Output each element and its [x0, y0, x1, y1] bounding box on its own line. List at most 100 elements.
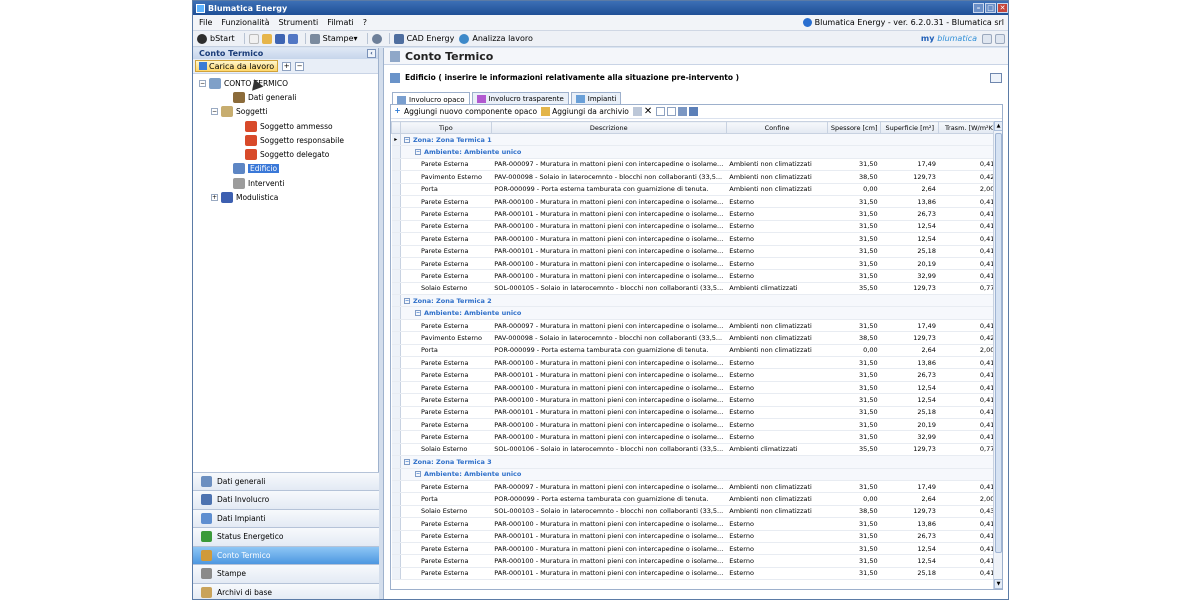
column-header-descrizione[interactable]: Descrizione — [490, 121, 727, 134]
table-row[interactable]: Porta POR-000099 - Porta esterna tamburat… — [391, 344, 1002, 358]
collapse-all-icon[interactable]: − — [295, 61, 305, 71]
row-header[interactable] — [391, 530, 401, 543]
column-header-tipo[interactable]: Tipo — [399, 121, 492, 134]
stampe-button[interactable]: Stampe ▾ — [309, 33, 358, 44]
table-row[interactable]: Parete Esterna PAR-000097 - Muratura in m… — [391, 480, 1002, 494]
tree-node[interactable]: Soggetto ammesso — [193, 119, 378, 133]
table-row[interactable]: Solaio Esterno SOL-000103 - Solaio in lat… — [391, 505, 1002, 519]
zone-group-row[interactable]: − Zona: Zona Termica 3 — [391, 455, 1002, 469]
table-row[interactable]: Solaio Esterno SOL-000106 - Solaio in lat… — [391, 443, 1002, 457]
zone-group-row[interactable]: ▸ − Zona: Zona Termica 1 — [391, 133, 1002, 147]
table-row[interactable]: Parete Esterna PAR-000101 - Muratura in m… — [391, 567, 1002, 581]
row-header[interactable] — [391, 368, 401, 382]
ambiente-group-row[interactable]: − Ambiente: Ambiente unico — [391, 306, 1002, 320]
row-header[interactable] — [391, 232, 401, 246]
cad-energy-button[interactable]: CAD Energy — [393, 33, 454, 44]
row-header[interactable] — [391, 406, 401, 420]
collapse-panel-button[interactable]: ‹ — [367, 49, 376, 58]
row-header[interactable] — [391, 381, 401, 395]
collapse-group-icon[interactable]: − — [414, 471, 421, 478]
tree-node[interactable]: Edificio — [193, 162, 378, 176]
collapse-group-icon[interactable]: − — [414, 310, 421, 317]
open-folder-icon[interactable] — [261, 33, 272, 44]
bstart-button[interactable]: bStart — [197, 33, 235, 44]
nav-button[interactable]: Dati Impianti — [193, 508, 379, 527]
expand-node-icon[interactable]: + — [211, 194, 218, 202]
menu-strumenti[interactable]: Strumenti — [278, 18, 318, 27]
collapse-group-icon[interactable]: − — [414, 149, 421, 156]
row-header[interactable]: ▸ — [391, 133, 401, 147]
fit-icon[interactable] — [678, 107, 688, 116]
table-row[interactable]: Parete Esterna PAR-000101 - Muratura in m… — [391, 406, 1002, 420]
gear-icon[interactable] — [371, 33, 382, 44]
menu-filmati[interactable]: Filmati — [327, 18, 354, 27]
scroll-thumb[interactable] — [995, 133, 1002, 553]
column-header-confine[interactable]: Confine — [725, 121, 829, 134]
collapse-rows-icon[interactable] — [667, 107, 677, 116]
table-row[interactable]: Parete Esterna PAR-000097 - Muratura in m… — [391, 158, 1002, 172]
row-header[interactable] — [391, 455, 401, 469]
table-row[interactable]: Parete Esterna PAR-000100 - Muratura in m… — [391, 517, 1002, 531]
tree-node[interactable]: − CONTO TERMICO — [193, 76, 378, 90]
zone-group-row[interactable]: − Zona: Zona Termica 2 — [391, 294, 1002, 308]
menu-funzionalita[interactable]: Funzionalità — [221, 18, 269, 27]
table-row[interactable]: Parete Esterna PAR-000101 - Muratura in m… — [391, 368, 1002, 382]
row-header[interactable] — [391, 183, 401, 196]
collapse-node-icon[interactable]: − — [211, 108, 218, 116]
layout-icon[interactable] — [995, 33, 1005, 44]
row-header[interactable] — [391, 306, 401, 320]
table-row[interactable]: Parete Esterna PAR-000097 - Muratura in m… — [391, 319, 1002, 333]
add-component-button[interactable]: + Aggiungi nuovo componente opaco — [393, 107, 537, 117]
collapse-group-icon[interactable]: − — [403, 297, 410, 304]
column-header-superficie[interactable]: Superficie [m²] — [880, 121, 940, 134]
scroll-up-icon[interactable]: ▲ — [994, 121, 1002, 131]
expand-rows-icon[interactable] — [656, 107, 666, 116]
expand-section-button[interactable] — [990, 72, 1002, 83]
table-row[interactable]: Parete Esterna PAR-000100 - Muratura in m… — [391, 257, 1002, 271]
expand-all-icon[interactable]: + — [282, 61, 292, 71]
scroll-down-icon[interactable]: ▼ — [994, 579, 1002, 589]
column-header-spessore[interactable]: Spessore [cm] — [827, 121, 882, 134]
tree-node[interactable]: Soggetto delegato — [193, 147, 378, 161]
row-header[interactable] — [391, 567, 401, 581]
table-row[interactable]: Pavimento Esterno PAV-000098 - Solaio in … — [391, 331, 1002, 345]
table-row[interactable]: Parete Esterna PAR-000100 - Muratura in m… — [391, 220, 1002, 234]
row-header[interactable] — [391, 430, 401, 444]
row-header[interactable] — [391, 220, 401, 234]
row-header[interactable] — [391, 393, 401, 407]
table-row[interactable]: Parete Esterna PAR-000100 - Muratura in m… — [391, 393, 1002, 407]
row-header[interactable] — [391, 517, 401, 531]
copy-icon[interactable] — [632, 107, 642, 116]
minimize-button[interactable]: – — [973, 3, 984, 13]
collapse-group-icon[interactable]: − — [403, 458, 410, 465]
row-header[interactable] — [391, 257, 401, 271]
expand-icon[interactable] — [982, 33, 992, 44]
row-header[interactable] — [391, 468, 401, 481]
save-icon[interactable] — [274, 33, 285, 44]
nav-button[interactable]: Dati generali — [193, 471, 379, 490]
table-row[interactable]: Parete Esterna PAR-000100 - Muratura in m… — [391, 232, 1002, 246]
table-row[interactable]: Parete Esterna PAR-000101 - Muratura in m… — [391, 530, 1002, 543]
row-header[interactable] — [391, 505, 401, 519]
row-header[interactable] — [391, 294, 401, 308]
carica-da-lavoro-button[interactable]: Carica da lavoro — [195, 60, 279, 72]
nav-button[interactable]: Dati Involucro — [193, 490, 379, 509]
row-header[interactable] — [391, 554, 401, 568]
nav-button[interactable]: Archivi di base — [193, 582, 379, 599]
row-header[interactable] — [391, 195, 401, 209]
row-header[interactable] — [391, 282, 401, 296]
vertical-scrollbar[interactable]: ▲ ▼ — [993, 121, 1002, 589]
menu-file[interactable]: File — [199, 18, 212, 27]
row-header[interactable] — [391, 480, 401, 494]
close-button[interactable]: ✕ — [997, 3, 1008, 13]
settings-icon[interactable] — [689, 107, 699, 116]
row-header[interactable] — [391, 269, 401, 283]
row-header[interactable] — [391, 245, 401, 258]
row-header[interactable] — [391, 207, 401, 221]
nav-button[interactable]: Stampe — [193, 564, 379, 583]
row-header[interactable] — [391, 542, 401, 556]
row-header[interactable] — [391, 418, 401, 432]
row-header[interactable] — [391, 443, 401, 457]
ambiente-group-row[interactable]: − Ambiente: Ambiente unico — [391, 145, 1002, 159]
table-row[interactable]: Parete Esterna PAR-000100 - Muratura in m… — [391, 430, 1002, 444]
